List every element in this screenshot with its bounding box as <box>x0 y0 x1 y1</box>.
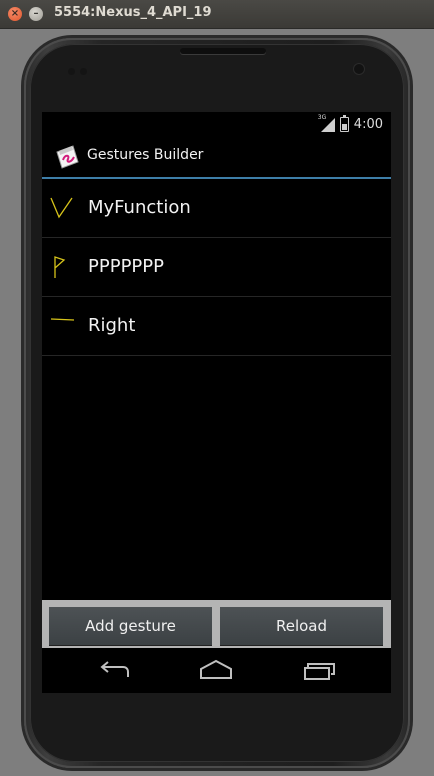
window-title: 5554:Nexus_4_API_19 <box>54 5 212 20</box>
cell-signal-icon: 3G <box>317 114 335 132</box>
recent-apps-icon[interactable] <box>300 656 340 686</box>
gesture-list-item[interactable]: Right <box>42 297 391 356</box>
navigation-bar <box>42 648 391 693</box>
v-stroke-gesture-icon <box>48 192 76 222</box>
front-camera <box>354 64 364 74</box>
home-icon[interactable] <box>196 656 236 686</box>
button-bar: Add gesture Reload <box>42 600 391 648</box>
light-sensor <box>80 68 87 75</box>
proximity-sensor <box>68 68 75 75</box>
action-bar: Gestures Builder <box>42 136 391 179</box>
add-gesture-button[interactable]: Add gesture <box>49 607 212 646</box>
flag-stroke-gesture-icon <box>48 251 76 281</box>
gesture-name: MyFunction <box>88 197 191 218</box>
window-titlebar: × – 5554:Nexus_4_API_19 <box>0 0 434 29</box>
horizontal-line-gesture-icon <box>48 310 76 340</box>
reload-button[interactable]: Reload <box>220 607 383 646</box>
status-time: 4:00 <box>353 116 383 132</box>
device-screen: 3G 4:00 Gestures Builder MyFunction PPPP… <box>42 112 391 693</box>
battery-icon <box>339 114 349 132</box>
status-bar: 3G 4:00 <box>42 112 391 136</box>
window-close-button[interactable]: × <box>8 7 22 21</box>
gesture-list: MyFunction PPPPPPP Right <box>42 179 391 356</box>
gesture-name: PPPPPPP <box>88 256 164 277</box>
gestures-builder-app-icon[interactable] <box>54 142 80 170</box>
app-title: Gestures Builder <box>87 147 204 163</box>
window-minimize-button[interactable]: – <box>29 7 43 21</box>
network-type-label: 3G <box>317 114 327 121</box>
back-icon[interactable] <box>94 656 134 686</box>
gesture-list-item[interactable]: MyFunction <box>42 179 391 238</box>
gesture-name: Right <box>88 315 136 336</box>
earpiece-speaker <box>180 48 266 54</box>
gesture-list-item[interactable]: PPPPPPP <box>42 238 391 297</box>
